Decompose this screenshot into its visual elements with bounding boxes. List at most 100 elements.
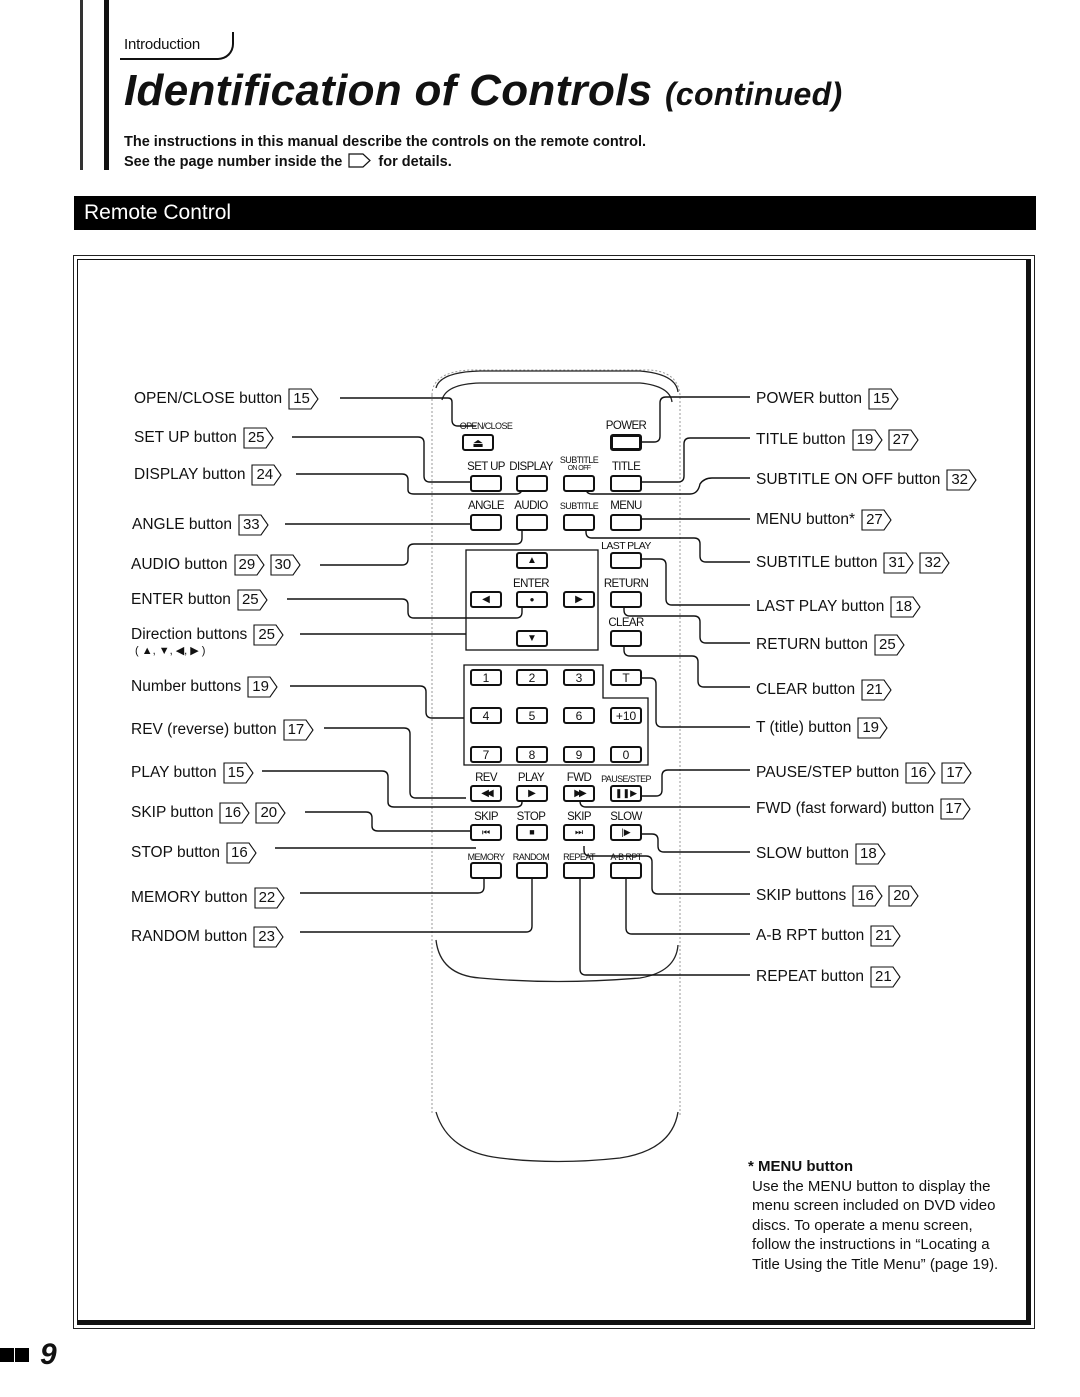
page-ref-badge: 25 (243, 427, 274, 449)
fwd-button[interactable]: ▶▶ (563, 785, 595, 802)
return-button[interactable] (610, 591, 642, 608)
skip-back-button[interactable]: ⏮ (470, 824, 502, 841)
callout-label: FWD (fast forward) button 17 (756, 798, 971, 820)
plus-ten-button[interactable]: +10 (610, 707, 642, 724)
power-button[interactable] (610, 434, 642, 451)
enter-button[interactable]: ● (516, 591, 548, 608)
callout-label: TITLE button 19 27 (756, 429, 919, 451)
eject-icon: ⏏ (472, 435, 484, 450)
callout-text: TITLE button (756, 431, 846, 448)
number-button[interactable]: 1 (470, 669, 502, 686)
number-button[interactable]: 4 (470, 707, 502, 724)
t-title-button[interactable]: T (610, 669, 642, 686)
callout-text: SUBTITLE button (756, 554, 878, 571)
page-ref-badge: 25 (874, 634, 905, 656)
footnote-title: * MENU button (748, 1158, 853, 1175)
page-ref-badge: 18 (855, 843, 886, 865)
callout-text: Number buttons (131, 678, 242, 695)
page-ref-badge: 25 (253, 624, 284, 646)
callout-text: ENTER button (131, 591, 231, 608)
callout-text: A-B RPT button (756, 927, 865, 944)
page-ref-badge: 16 (219, 802, 251, 824)
title-button[interactable] (610, 475, 642, 492)
callout-label: DISPLAY button 24 (134, 464, 283, 486)
callout-label: MEMORY button 22 (131, 887, 285, 909)
callout-text: AUDIO button (131, 556, 228, 573)
number-button[interactable]: 7 (470, 746, 502, 763)
number-button[interactable]: 3 (563, 669, 595, 686)
subtitle-button[interactable] (563, 514, 595, 531)
callout-text: POWER button (756, 390, 862, 407)
clear-button[interactable] (610, 630, 642, 647)
number-button[interactable]: 0 (610, 746, 642, 763)
callout-label: T (title) button 19 (756, 717, 889, 739)
play-button[interactable]: ▶ (516, 785, 548, 802)
page-ref-badge: 27 (861, 509, 892, 531)
callout-text: DISPLAY button (134, 466, 246, 483)
skip-forward-icon: ⏭ (574, 827, 584, 837)
number-button[interactable]: 5 (516, 707, 548, 724)
pause-step-button[interactable]: ❚❚▶ (610, 785, 642, 802)
callout-label: SKIP buttons 16 20 (756, 885, 919, 907)
callout-text: SKIP buttons (756, 887, 847, 904)
open-close-button[interactable]: ⏏ (462, 434, 494, 451)
up-arrow-icon: ▲ (527, 554, 537, 566)
number-button[interactable]: 2 (516, 669, 548, 686)
callout-label: AUDIO button 29 30 (131, 554, 301, 576)
callout-text: LAST PLAY button (756, 598, 885, 615)
callout-text: OPEN/CLOSE button (134, 390, 283, 407)
left-button[interactable]: ◀ (470, 591, 502, 608)
down-button[interactable]: ▼ (516, 630, 548, 647)
callout-label: RETURN button 25 (756, 634, 905, 656)
page-marker-block (15, 1348, 29, 1362)
callout-label: REV (reverse) button 17 (131, 719, 314, 741)
slow-button[interactable]: |▶ (610, 824, 642, 841)
menu-button[interactable] (610, 514, 642, 531)
subtitle-onoff-button[interactable] (563, 475, 595, 492)
callout-label: SUBTITLE ON OFF button 32 (756, 469, 977, 491)
callout-text: MENU button* (756, 511, 856, 528)
callout-text: SET UP button (134, 429, 237, 446)
callout-label: REPEAT button 21 (756, 966, 901, 988)
callout-label: MENU button* 27 (756, 509, 892, 531)
callout-text: CLEAR button (756, 681, 856, 698)
ab-rpt-button[interactable] (610, 862, 642, 879)
number-button[interactable]: 8 (516, 746, 548, 763)
page-ref-badge: 19 (852, 429, 883, 451)
repeat-button[interactable] (563, 862, 595, 879)
left-arrow-icon: ◀ (482, 593, 490, 605)
display-button[interactable] (516, 475, 548, 492)
right-button[interactable]: ▶ (563, 591, 595, 608)
page-ref-badge: 24 (251, 464, 283, 486)
up-button[interactable]: ▲ (516, 552, 548, 569)
callout-text: PLAY button (131, 764, 217, 781)
set-up-button[interactable] (470, 475, 502, 492)
number-button[interactable]: 6 (563, 707, 595, 724)
number-button[interactable]: 9 (563, 746, 595, 763)
skip-forward-button[interactable]: ⏭ (563, 824, 595, 841)
callout-label: SLOW button 18 (756, 843, 886, 865)
angle-button[interactable] (470, 514, 502, 531)
callout-label: A-B RPT button 21 (756, 925, 901, 947)
rev-button[interactable]: ◀◀ (470, 785, 502, 802)
page-number: 9 (0, 1338, 57, 1372)
random-button[interactable] (516, 862, 548, 879)
stop-button[interactable]: ■ (516, 824, 548, 841)
page-ref-badge: 15 (288, 388, 319, 410)
page-ref-badge: 17 (941, 762, 972, 784)
callout-label: PAUSE/STEP button 16 17 (756, 762, 972, 784)
menu-footnote: * MENU button Use the MENU button to dis… (748, 1157, 1008, 1275)
last-play-button[interactable] (610, 552, 642, 569)
page-ref-badge: 32 (946, 469, 977, 491)
callout-label: STOP button 16 (131, 842, 257, 864)
skip-back-icon: ⏮ (481, 827, 491, 837)
page-ref-badge: 25 (237, 589, 268, 611)
memory-button[interactable] (470, 862, 502, 879)
page-ref-badge: 27 (888, 429, 919, 451)
down-arrow-icon: ▼ (527, 632, 537, 644)
page-ref-badge: 29 (233, 554, 265, 576)
page-ref-badge: 21 (870, 966, 901, 988)
page-ref-badge: 16 (852, 885, 883, 907)
audio-button[interactable] (516, 514, 548, 531)
page-ref-badge: 33 (238, 514, 269, 536)
